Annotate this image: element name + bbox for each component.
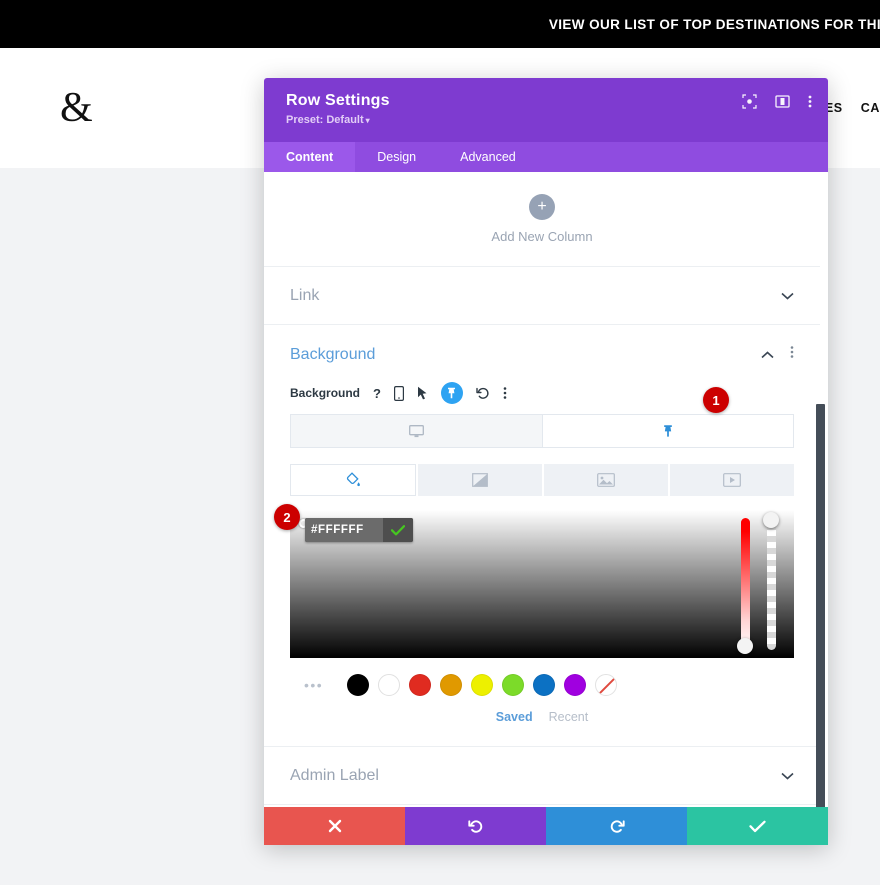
add-new-column-label: Add New Column [491,229,593,244]
reset-icon[interactable] [476,386,490,400]
palette-tabs: Saved Recent [290,710,794,724]
undo-button[interactable] [405,807,546,845]
palette-tab-saved[interactable]: Saved [496,710,533,724]
background-type-tabs [290,464,794,496]
help-icon[interactable]: ? [373,386,381,401]
hover-pin-icon[interactable] [440,382,463,404]
hex-confirm-button[interactable] [383,518,413,542]
hover-state-tab[interactable] [541,415,793,447]
background-video-tab[interactable] [670,464,794,496]
swatch-white[interactable] [378,674,401,696]
more-swatches-button[interactable]: ••• [304,677,323,693]
desktop-state-tab[interactable] [291,415,542,447]
saturation-value-area[interactable] [290,510,794,658]
site-nav: IES CA [821,101,880,115]
pin-icon [663,425,672,437]
plus-icon: + [529,194,555,220]
check-icon [749,820,766,832]
color-swatch-row: ••• [290,674,794,696]
swatch-black[interactable] [347,674,370,696]
background-gradient-tab[interactable] [418,464,542,496]
swatch-red[interactable] [409,674,432,696]
alpha-slider-knob[interactable] [763,512,779,528]
modal-scrollbar-thumb[interactable] [816,404,825,807]
video-icon [723,473,741,487]
color-sliders [737,512,779,654]
gradient-icon [472,473,488,487]
modal-scroll-area: + Add New Column Link Background Backgro… [264,172,820,807]
top-promo-banner-text: VIEW OUR LIST OF TOP DESTINATIONS FOR TH… [548,16,880,32]
modal-header: Row Settings Preset: Default ▾ [264,78,828,142]
chevron-down-icon [781,769,794,782]
annotation-badge-2: 2 [274,504,300,530]
site-nav-item-1[interactable]: CA [861,101,880,115]
section-background-header[interactable]: Background [290,345,794,364]
hex-color-field [305,518,413,542]
section-background: Background Background ? #FFFFFF ••• Save… [264,325,820,746]
redo-icon [610,820,625,833]
paint-bucket-icon [346,472,360,487]
image-icon [597,473,615,487]
modal-footer [264,807,828,845]
modal-preset-label: Preset: Default [286,114,364,126]
more-vertical-icon[interactable] [808,94,812,114]
section-background-header-icons [761,345,794,364]
modal-title: Row Settings [286,92,390,109]
swatch-green[interactable] [502,674,525,696]
alpha-slider[interactable] [763,512,779,650]
redo-button[interactable] [546,807,687,845]
modal-preset-selector[interactable]: Preset: Default ▾ [286,114,808,126]
modal-tab-bar: Content Design Advanced [264,142,828,172]
top-promo-banner: VIEW OUR LIST OF TOP DESTINATIONS FOR TH… [0,0,880,48]
hex-color-input[interactable] [305,518,383,542]
desktop-icon [408,424,424,437]
swatch-blue[interactable] [533,674,556,696]
annotation-badge-1: 1 [703,387,729,413]
swatch-none[interactable] [595,674,618,696]
close-icon [328,819,341,833]
swatch-orange[interactable] [440,674,463,696]
row-settings-modal: Row Settings Preset: Default ▾ Content D… [264,78,828,845]
more-vertical-icon[interactable] [790,345,794,364]
section-admin-label[interactable]: Admin Label [264,747,820,805]
hue-slider-knob[interactable] [737,638,753,654]
add-new-column-button[interactable]: + Add New Column [264,172,820,267]
alpha-slider-track [767,518,776,650]
tab-content[interactable]: Content [264,142,356,172]
split-layout-icon[interactable] [775,94,790,114]
section-link[interactable]: Link [264,267,820,325]
hue-slider-track [741,518,750,650]
check-icon [391,524,405,535]
palette-tab-recent[interactable]: Recent [549,710,589,724]
background-color-tab[interactable] [290,464,416,496]
background-image-tab[interactable] [544,464,668,496]
section-link-label: Link [290,286,320,304]
swatch-yellow[interactable] [471,674,494,696]
background-field-label: Background [290,386,361,400]
chevron-down-icon: ▾ [365,116,370,125]
section-background-title: Background [290,345,376,363]
background-state-tabs [290,414,794,448]
undo-icon [467,820,482,833]
modal-body: + Add New Column Link Background Backgro… [264,172,828,807]
cancel-button[interactable] [264,807,405,845]
swatch-purple[interactable] [564,674,587,696]
save-button[interactable] [687,807,828,845]
more-vertical-icon[interactable] [503,386,507,400]
mobile-icon[interactable] [393,385,404,401]
focus-icon[interactable] [742,94,757,114]
section-admin-label-label: Admin Label [290,766,379,784]
site-logo[interactable]: & [60,87,93,129]
chevron-down-icon [781,289,794,302]
chevron-up-icon[interactable] [761,346,774,364]
cursor-icon[interactable] [417,386,428,400]
tab-design[interactable]: Design [355,142,438,172]
color-picker: ••• Saved Recent [290,510,794,724]
tab-advanced[interactable]: Advanced [438,142,538,172]
modal-header-icons [742,94,812,114]
hue-slider[interactable] [737,518,753,654]
